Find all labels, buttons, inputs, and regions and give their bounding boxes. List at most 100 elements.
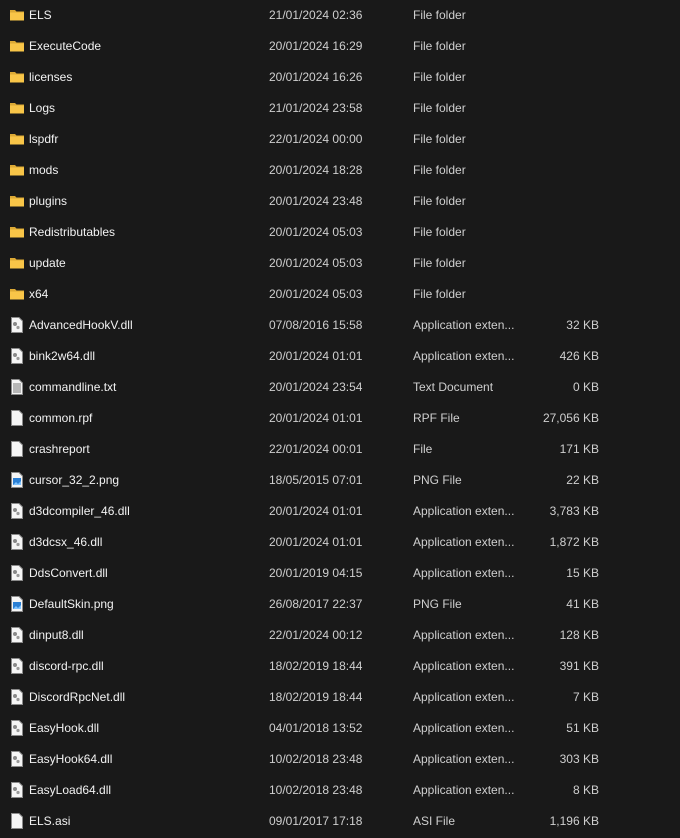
file-row[interactable]: d3dcompiler_46.dll 20/01/2024 01:01 Applic…	[0, 496, 680, 527]
file-row[interactable]: EasyHook.dll 04/01/2018 13:52 Application …	[0, 713, 680, 744]
date-modified: 10/02/2018 23:48	[269, 752, 363, 766]
dll-icon	[9, 503, 25, 519]
date-modified: 20/01/2024 01:01	[269, 535, 363, 549]
file-type: Application exten...	[413, 690, 515, 704]
file-row[interactable]: common.rpf 20/01/2024 01:01 RPF File 27,056…	[0, 403, 680, 434]
dll-icon	[9, 534, 25, 550]
file-type: File folder	[413, 225, 466, 239]
file-name[interactable]: DdsConvert.dll	[29, 566, 108, 580]
file-row[interactable]: mods 20/01/2024 18:28 File folder	[0, 155, 680, 186]
folder-icon	[9, 38, 25, 54]
file-name[interactable]: AdvancedHookV.dll	[29, 318, 133, 332]
file-row[interactable]: x64 20/01/2024 05:03 File folder	[0, 279, 680, 310]
date-modified: 21/01/2024 02:36	[269, 8, 363, 22]
file-type: File	[413, 442, 433, 456]
file-name[interactable]: EasyHook64.dll	[29, 752, 112, 766]
file-name[interactable]: Redistributables	[29, 225, 115, 239]
file-row[interactable]: dinput8.dll 22/01/2024 00:12 Application e…	[0, 620, 680, 651]
dll-icon	[9, 565, 25, 581]
file-type: Application exten...	[413, 721, 515, 735]
date-modified: 20/01/2019 04:15	[269, 566, 363, 580]
file-row[interactable]: ExecuteCode 20/01/2024 16:29 File folder	[0, 31, 680, 62]
date-modified: 20/01/2024 16:29	[269, 39, 363, 53]
file-row[interactable]: bink2w64.dll 20/01/2024 01:01 Application …	[0, 341, 680, 372]
date-modified: 20/01/2024 01:01	[269, 411, 363, 425]
image-icon	[9, 472, 25, 488]
file-name[interactable]: licenses	[29, 70, 72, 84]
file-name[interactable]: ExecuteCode	[29, 39, 101, 53]
file-row[interactable]: cursor_32_2.png 18/05/2015 07:01 PNG File 2…	[0, 465, 680, 496]
file-name[interactable]: commandline.txt	[29, 380, 116, 394]
file-name[interactable]: cursor_32_2.png	[29, 473, 119, 487]
file-type: File folder	[413, 194, 466, 208]
file-name[interactable]: common.rpf	[29, 411, 92, 425]
file-size: 22 KB	[566, 473, 599, 487]
file-name[interactable]: DiscordRpcNet.dll	[29, 690, 125, 704]
file-row[interactable]: EasyLoad64.dll 10/02/2018 23:48 Applicatio…	[0, 775, 680, 806]
file-type: Application exten...	[413, 659, 515, 673]
file-row[interactable]: update 20/01/2024 05:03 File folder	[0, 248, 680, 279]
date-modified: 18/02/2019 18:44	[269, 690, 363, 704]
file-name[interactable]: dinput8.dll	[29, 628, 84, 642]
file-name[interactable]: ELS	[29, 8, 52, 22]
dll-icon	[9, 348, 25, 364]
folder-icon	[9, 255, 25, 271]
file-row[interactable]: ELS 21/01/2024 02:36 File folder	[0, 0, 680, 31]
file-row[interactable]: plugins 20/01/2024 23:48 File folder	[0, 186, 680, 217]
file-row[interactable]: Redistributables 20/01/2024 05:03 File fol…	[0, 217, 680, 248]
folder-icon	[9, 131, 25, 147]
file-name[interactable]: Logs	[29, 101, 55, 115]
folder-icon	[9, 224, 25, 240]
file-type: Text Document	[413, 380, 494, 394]
file-row[interactable]: DiscordRpcNet.dll 18/02/2019 18:44 Applica…	[0, 682, 680, 713]
folder-icon	[9, 69, 25, 85]
file-row[interactable]: lspdfr 22/01/2024 00:00 File folder	[0, 124, 680, 155]
file-row[interactable]: DefaultSkin.png 26/08/2017 22:37 PNG File 4…	[0, 589, 680, 620]
file-name[interactable]: crashreport	[29, 442, 90, 456]
image-icon	[9, 596, 25, 612]
file-row[interactable]: crashreport 22/01/2024 00:01 File 171 KB	[0, 434, 680, 465]
file-size: 7 KB	[572, 690, 599, 704]
file-row[interactable]: Logs 21/01/2024 23:58 File folder	[0, 93, 680, 124]
file-name[interactable]: bink2w64.dll	[29, 349, 95, 363]
file-name[interactable]: EasyLoad64.dll	[29, 783, 111, 797]
file-row[interactable]: licenses 20/01/2024 16:26 File folder	[0, 62, 680, 93]
file-name[interactable]: d3dcompiler_46.dll	[29, 504, 130, 518]
date-modified: 22/01/2024 00:12	[269, 628, 363, 642]
file-name[interactable]: update	[29, 256, 66, 270]
file-type: Application exten...	[413, 628, 515, 642]
file-name[interactable]: EasyHook.dll	[29, 721, 99, 735]
dll-icon	[9, 720, 25, 736]
file-name[interactable]: DefaultSkin.png	[29, 597, 114, 611]
file-name[interactable]: discord-rpc.dll	[29, 659, 104, 673]
file-name[interactable]: ELS.asi	[29, 814, 70, 828]
file-name[interactable]: lspdfr	[29, 132, 58, 146]
file-row[interactable]: d3dcsx_46.dll 20/01/2024 01:01 Application…	[0, 527, 680, 558]
file-size: 1,872 KB	[549, 535, 599, 549]
dll-icon	[9, 658, 25, 674]
file-name[interactable]: mods	[29, 163, 58, 177]
date-modified: 10/02/2018 23:48	[269, 783, 363, 797]
file-type: File folder	[413, 8, 466, 22]
dll-icon	[9, 317, 25, 333]
file-row[interactable]: ELS.asi 09/01/2017 17:18 ASI File 1,196 KB	[0, 806, 680, 837]
file-name[interactable]: d3dcsx_46.dll	[29, 535, 102, 549]
folder-icon	[9, 100, 25, 116]
file-row[interactable]: DdsConvert.dll 20/01/2019 04:15 Applicatio…	[0, 558, 680, 589]
dll-icon	[9, 751, 25, 767]
file-name[interactable]: x64	[29, 287, 48, 301]
file-size: 391 KB	[559, 659, 599, 673]
file-type: Application exten...	[413, 535, 515, 549]
file-row[interactable]: EasyHook64.dll 10/02/2018 23:48 Applicatio…	[0, 744, 680, 775]
dll-icon	[9, 627, 25, 643]
file-row[interactable]: discord-rpc.dll 18/02/2019 18:44 Applicati…	[0, 651, 680, 682]
date-modified: 20/01/2024 23:54	[269, 380, 363, 394]
file-name[interactable]: plugins	[29, 194, 67, 208]
file-size: 128 KB	[559, 628, 599, 642]
file-row[interactable]: commandline.txt 20/01/2024 23:54 Text Docu…	[0, 372, 680, 403]
date-modified: 20/01/2024 05:03	[269, 287, 363, 301]
date-modified: 09/01/2017 17:18	[269, 814, 363, 828]
file-size: 0 KB	[572, 380, 599, 394]
file-size: 8 KB	[572, 783, 599, 797]
file-row[interactable]: AdvancedHookV.dll 07/08/2016 15:58 Applica…	[0, 310, 680, 341]
